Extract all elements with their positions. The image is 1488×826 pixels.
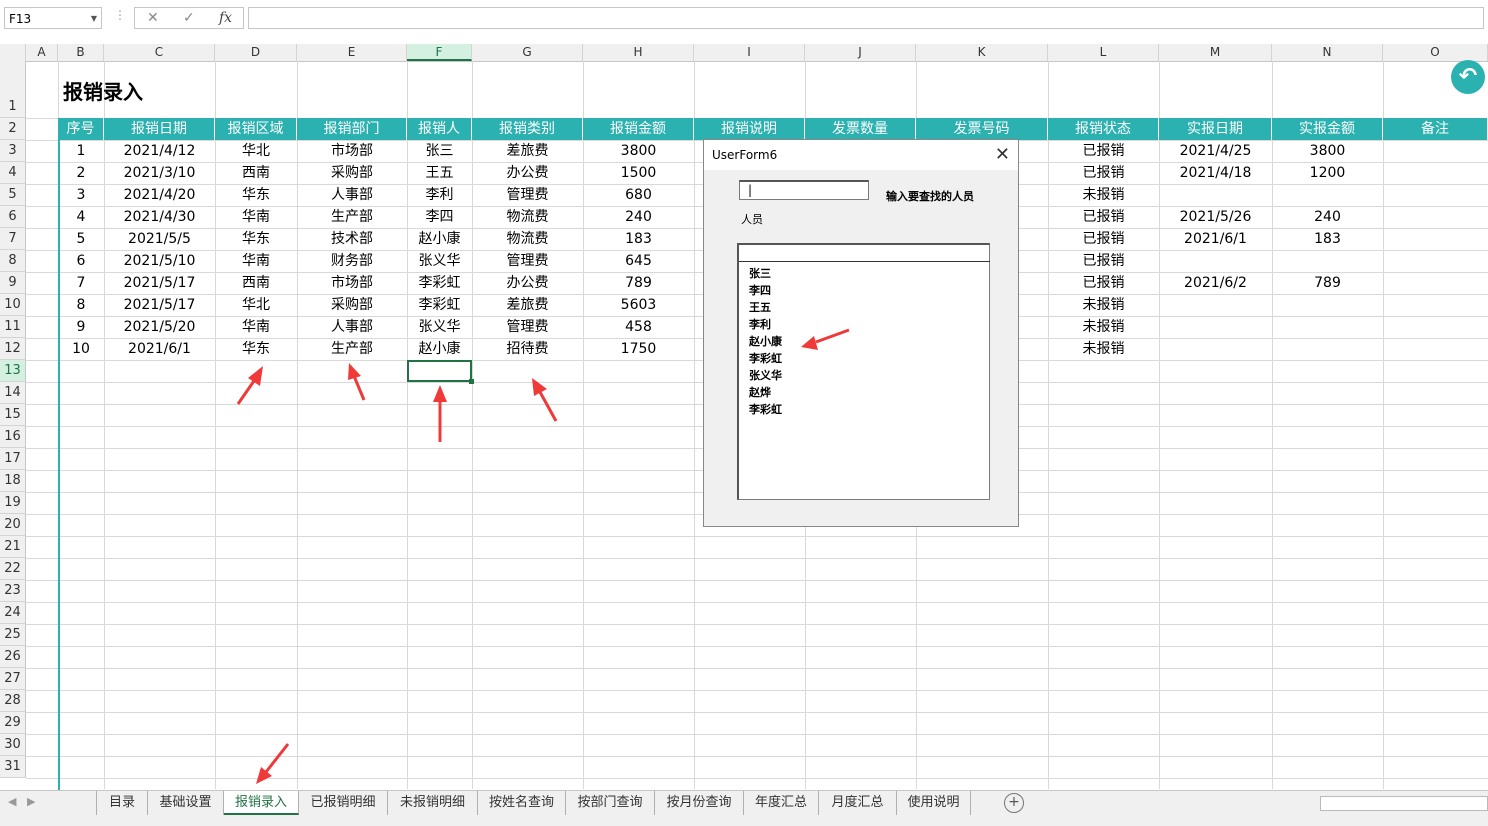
tab-2[interactable]: 报销录入 xyxy=(224,791,299,815)
tab-4[interactable]: 未报销明细 xyxy=(388,791,478,815)
tab-9[interactable]: 月度汇总 xyxy=(819,791,897,815)
tab-10[interactable]: 使用说明 xyxy=(897,791,971,815)
tab-7[interactable]: 按月份查询 xyxy=(655,791,744,815)
arrow-icon xyxy=(256,743,290,784)
tab-3[interactable]: 已报销明细 xyxy=(299,791,388,815)
arrow-icon xyxy=(801,328,850,350)
tab-0[interactable]: 目录 xyxy=(96,791,148,815)
status-bar xyxy=(0,816,1488,826)
horizontal-scrollbar[interactable] xyxy=(1320,796,1488,811)
sheet-tabs-bar: ◀ ▶ 目录 基础设置 报销录入 已报销明细 未报销明细 按姓名查询 按部门查询 按月份查询年… xyxy=(0,790,1488,817)
annotation-arrows xyxy=(236,328,850,784)
tab-nav-arrows-icon[interactable]: ◀ ▶ xyxy=(8,795,35,808)
tab-6[interactable]: 按部门查询 xyxy=(566,791,655,815)
tab-1[interactable]: 基础设置 xyxy=(148,791,224,815)
add-sheet-icon[interactable]: + xyxy=(1004,793,1024,813)
arrow-icon xyxy=(236,366,263,405)
arrow-icon xyxy=(433,385,447,442)
arrow-icon xyxy=(532,378,558,422)
tab-8[interactable]: 年度汇总 xyxy=(744,791,819,815)
tab-5[interactable]: 按姓名查询 xyxy=(478,791,566,815)
arrow-icon xyxy=(348,363,366,401)
